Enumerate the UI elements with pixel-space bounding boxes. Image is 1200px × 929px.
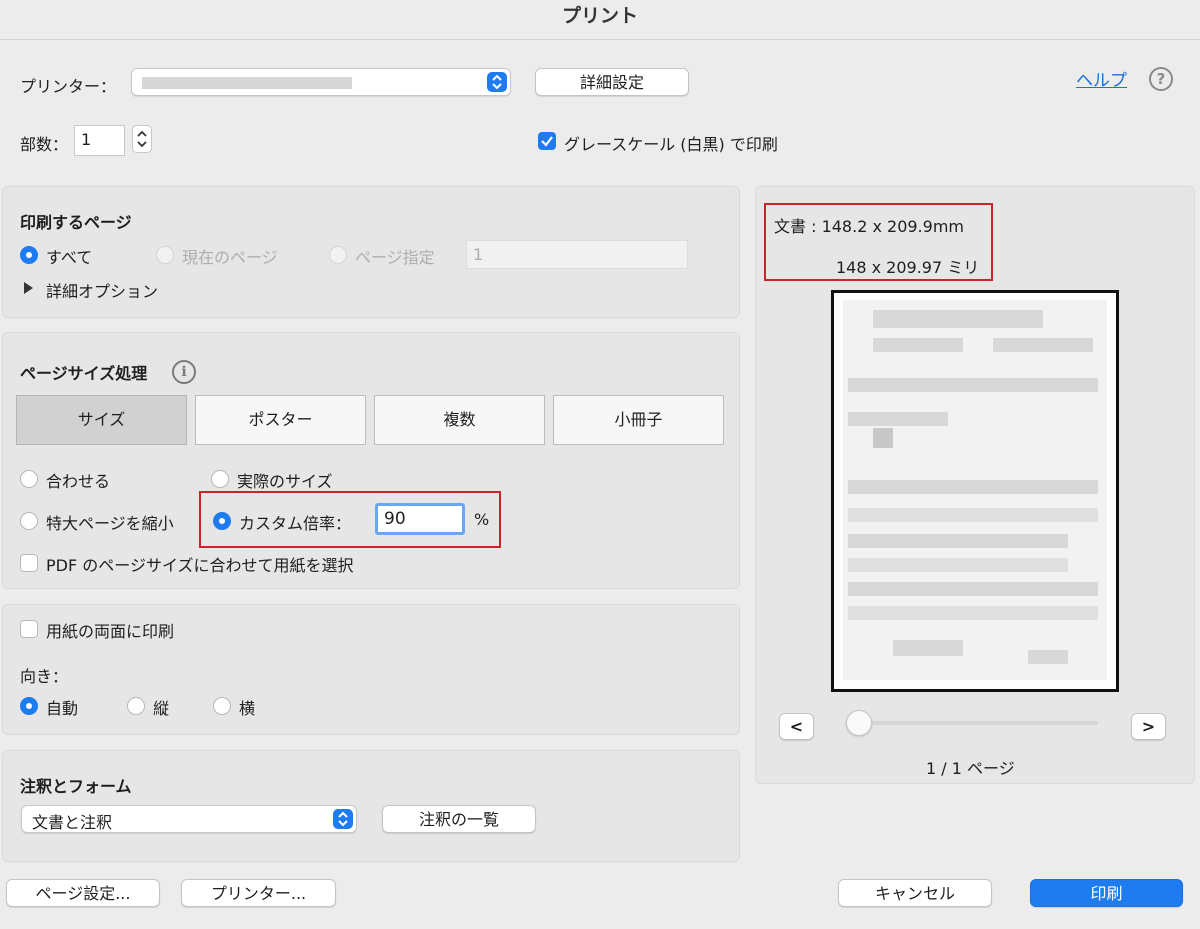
page-sizing-title: ページサイズ処理 [20,364,148,383]
preview-document-content [843,300,1107,680]
page-setup-button[interactable]: ページ設定... [6,879,160,907]
orientation-landscape-radio[interactable] [213,697,231,715]
doc-size-text: 文書 : 148.2 x 209.9mm [774,217,964,236]
pages-current-label: 現在のページ [182,248,278,267]
tab-multiple[interactable]: 複数 [374,395,545,445]
printer-select[interactable] [131,68,511,96]
actual-size-radio[interactable] [211,470,229,488]
orientation-auto-label: 自動 [46,699,79,718]
page-preview [831,290,1119,692]
pages-range-input[interactable]: 1 [466,240,688,269]
disclosure-triangle-icon[interactable] [24,282,33,294]
pages-current-radio[interactable] [156,246,174,264]
duplex-checkbox[interactable] [20,620,38,638]
custom-scale-radio[interactable] [213,512,231,530]
copies-input[interactable]: 1 [74,125,125,156]
copies-label: 部数： [20,135,69,154]
orientation-auto-radio[interactable] [20,697,38,715]
duplex-label: 用紙の両面に印刷 [46,622,175,641]
pages-all-radio[interactable] [20,246,38,264]
paper-size-text: 148 x 209.97 ミリ [836,258,980,277]
grayscale-checkbox[interactable] [538,132,556,150]
pages-range-label: ページ指定 [355,248,435,267]
shrink-radio[interactable] [20,512,38,530]
comments-summary-button[interactable]: 注釈の一覧 [382,805,536,833]
chevron-up-down-icon [333,809,353,829]
help-link[interactable]: ヘルプ [1076,66,1127,91]
fit-label: 合わせる [46,472,111,491]
prev-page-button[interactable]: < [779,713,814,740]
tab-booklet[interactable]: 小冊子 [553,395,724,445]
orientation-label: 向き： [20,667,69,686]
tab-size[interactable]: サイズ [16,395,187,445]
fit-radio[interactable] [20,470,38,488]
custom-scale-input[interactable]: 90 [375,503,465,535]
pages-title: 印刷するページ [20,213,132,232]
more-options-label[interactable]: 詳細オプション [46,278,158,302]
page-slider-thumb[interactable] [846,710,872,736]
cancel-button[interactable]: キャンセル [838,879,992,907]
orientation-portrait-radio[interactable] [127,697,145,715]
printer-details-button[interactable]: 詳細設定 [535,68,689,96]
printer-button[interactable]: プリンター... [181,879,336,907]
print-button[interactable]: 印刷 [1030,879,1183,907]
page-indicator: 1 / 1 ページ [926,759,1015,778]
comments-select-value: 文書と注釈 [32,813,113,832]
pages-all-label: すべて [46,248,93,267]
orientation-landscape-label: 横 [239,699,256,718]
pages-range-radio[interactable] [329,246,347,264]
pdf-paper-checkbox[interactable] [20,554,38,572]
window-title: プリント [0,0,1200,40]
printer-name-blurred [142,77,352,89]
comments-title: 注釈とフォーム [20,777,132,796]
help-question-icon[interactable]: ? [1149,67,1173,91]
info-icon[interactable]: i [172,360,196,384]
percent-label: % [474,510,490,529]
comments-select[interactable]: 文書と注釈 [21,805,357,833]
shrink-label: 特大ページを縮小 [46,514,174,533]
orientation-portrait-label: 縦 [153,699,170,718]
grayscale-label: グレースケール (白黒) で印刷 [564,135,778,154]
stepper-arrows-icon [137,130,147,148]
checkmark-icon [541,136,553,147]
chevron-up-down-icon [487,72,507,92]
copies-stepper[interactable] [132,125,152,153]
printer-label: プリンター： [20,77,117,96]
next-page-button[interactable]: > [1131,713,1166,740]
custom-scale-label: カスタム倍率： [239,514,352,533]
page-slider-track[interactable] [860,721,1098,725]
actual-size-label: 実際のサイズ [237,472,333,491]
pdf-paper-label: PDF のページサイズに合わせて用紙を選択 [46,556,354,575]
tab-poster[interactable]: ポスター [195,395,366,445]
